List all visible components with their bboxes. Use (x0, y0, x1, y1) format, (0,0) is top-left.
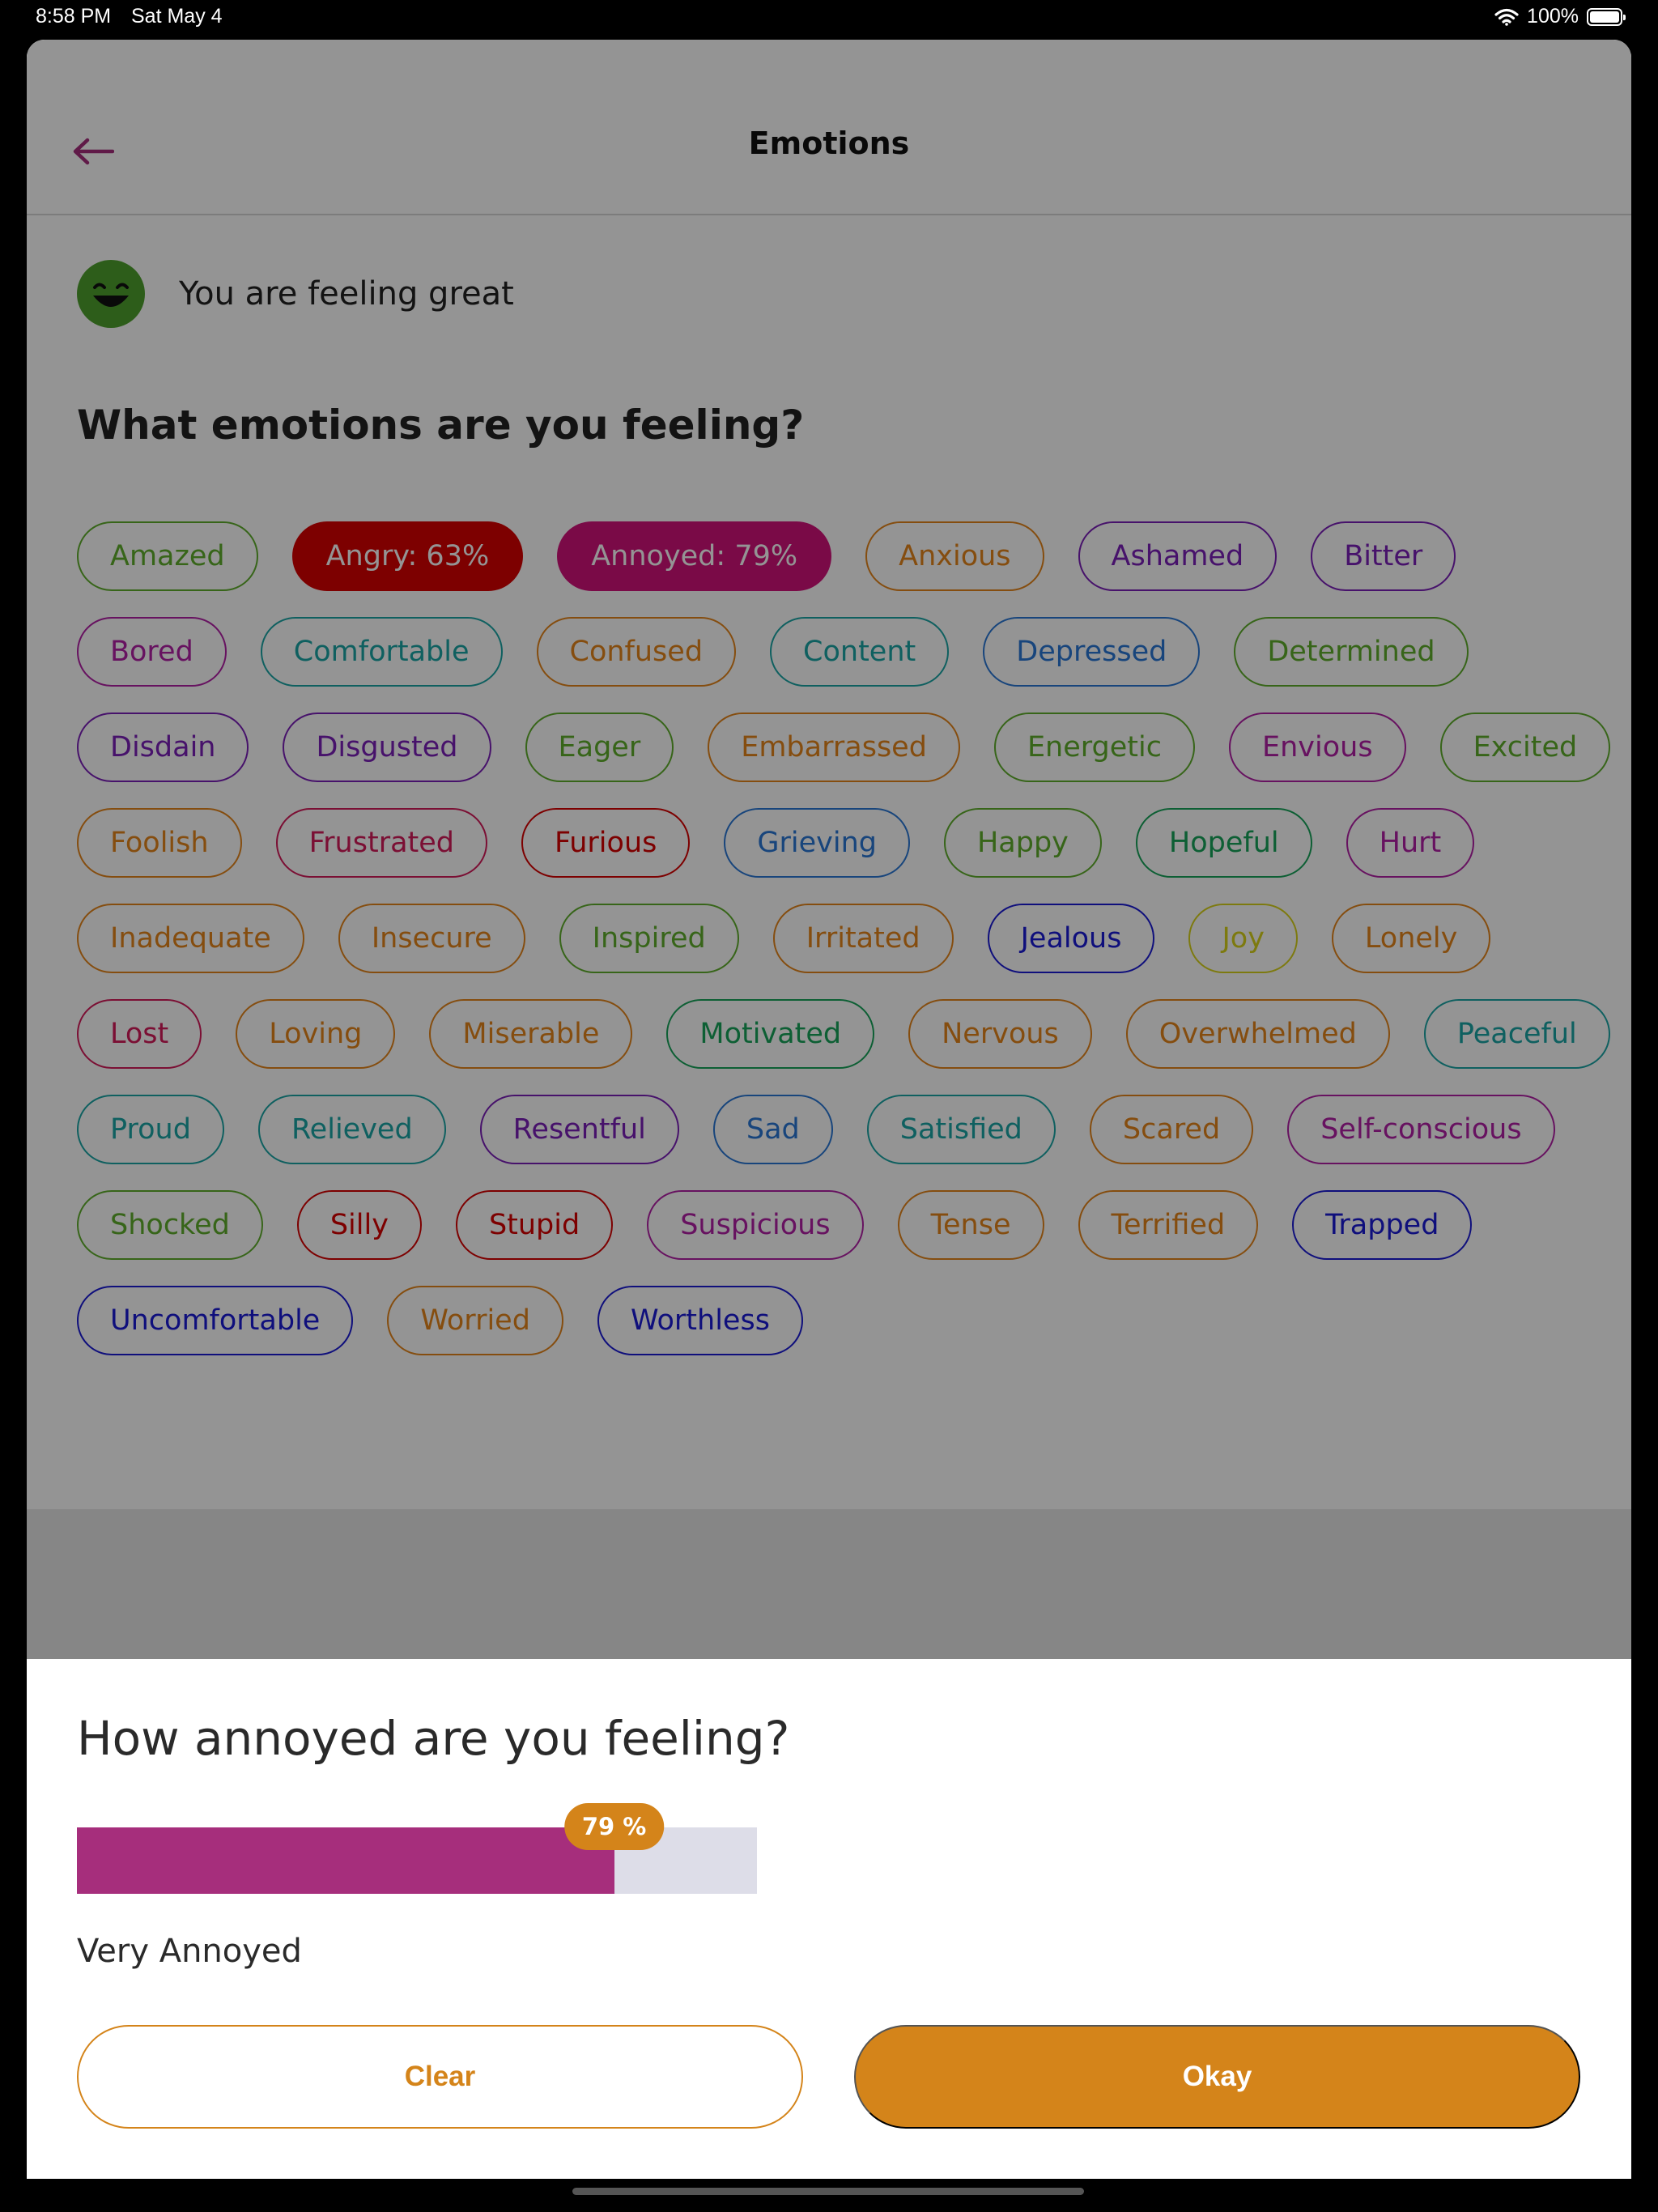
status-time: 8:58 PM (36, 5, 112, 28)
intensity-sheet: How annoyed are you feeling? 79 % Very A… (27, 1659, 1631, 2179)
modal-scrim[interactable] (27, 40, 1631, 1659)
status-right: 100% (1494, 5, 1626, 28)
okay-button[interactable]: Okay (854, 2025, 1580, 2129)
intensity-slider[interactable]: 79 % (77, 1803, 757, 1894)
status-date: Sat May 4 (131, 5, 223, 28)
battery-icon (1587, 7, 1626, 26)
clear-button[interactable]: Clear (77, 2025, 803, 2129)
battery-percent: 100% (1527, 5, 1579, 28)
intensity-level-label: Very Annoyed (77, 1933, 302, 1970)
slider-value-badge[interactable]: 79 % (563, 1803, 665, 1850)
status-bar: 8:58 PM Sat May 4 100% (0, 0, 1658, 39)
sheet-title: How annoyed are you feeling? (77, 1711, 790, 1766)
home-indicator[interactable] (572, 2188, 1084, 2195)
app-screen: Emotions You are feeling great What emot… (27, 40, 1631, 2179)
slider-fill (77, 1827, 614, 1894)
wifi-icon (1494, 8, 1519, 26)
